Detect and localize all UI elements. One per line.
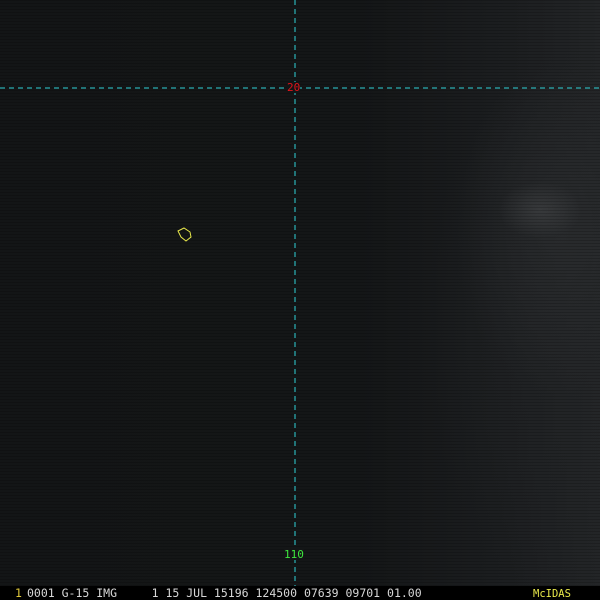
frame-number: 1 xyxy=(15,586,22,600)
satellite-image-frame: 20 110 1 0001 G-15 IMG 1 15 JUL 15196 12… xyxy=(0,0,600,600)
mcidas-logo-text: McIDAS xyxy=(533,588,571,600)
status-bar: 1 0001 G-15 IMG 1 15 JUL 15196 124500 07… xyxy=(0,586,600,600)
image-info-text: 0001 G-15 IMG 1 15 JUL 15196 124500 0763… xyxy=(27,586,422,600)
island-outline-icon xyxy=(177,227,192,242)
longitude-label: 110 xyxy=(284,548,304,561)
latitude-label: 20 xyxy=(287,81,301,94)
